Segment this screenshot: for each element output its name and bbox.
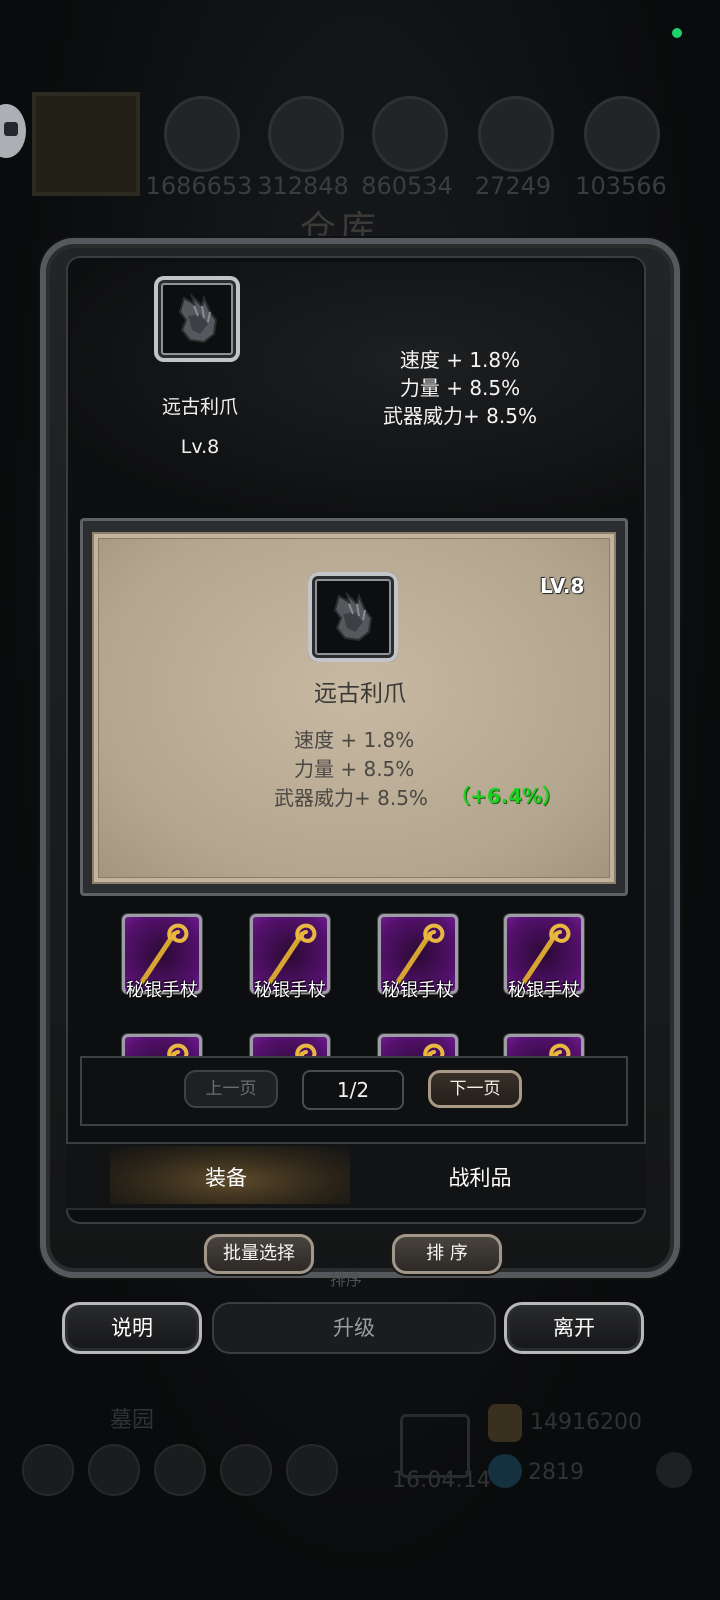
equipped-item-slot[interactable] <box>154 276 240 362</box>
detail-stat-line: 速度 + 1.8% <box>294 728 415 752</box>
resource-count: 312848 <box>257 172 349 200</box>
detail-level: LV.8 <box>540 574 585 598</box>
resource-icon <box>478 96 554 172</box>
next-page-button[interactable]: 下一页 <box>428 1070 522 1108</box>
gem-icon <box>488 1454 522 1488</box>
tab-loot[interactable]: 战利品 <box>420 1162 540 1192</box>
grid-item-name: 秘银手杖 <box>126 980 198 1001</box>
resource-icon <box>584 96 660 172</box>
detail-item-slot <box>308 572 398 662</box>
staff-icon <box>167 1043 189 1056</box>
location-label: 墓园 <box>110 1408 155 1433</box>
menu-icon <box>286 1444 338 1496</box>
menu-icon <box>220 1444 272 1496</box>
page-indicator: 1/2 <box>302 1070 404 1110</box>
menu-icon <box>154 1444 206 1496</box>
avatar <box>32 92 140 196</box>
gold-icon <box>488 1404 522 1442</box>
resource-icon <box>372 96 448 172</box>
detail-stat-line: 武器威力+ 8.5% <box>274 786 428 810</box>
resource-icon <box>268 96 344 172</box>
staff-icon <box>423 1043 445 1056</box>
resource-count: 1686653 <box>145 172 253 200</box>
grid-item-name: 秘银手杖 <box>508 980 580 1001</box>
stat-line: 武器威力+ 8.5% <box>383 404 537 428</box>
resource-count: 103566 <box>575 172 667 200</box>
gold-count: 14916200 <box>530 1410 642 1435</box>
gem-count: 2819 <box>528 1460 584 1485</box>
detail-stat-line: 力量 + 8.5% <box>294 757 415 781</box>
equipped-item-level: Lv.8 <box>180 436 220 458</box>
stat-line: 力量 + 8.5% <box>399 376 521 400</box>
claw-icon <box>333 590 373 642</box>
resource-icon <box>164 96 240 172</box>
detail-item-name: 远古利爪 <box>314 681 406 707</box>
resource-count: 860534 <box>361 172 453 200</box>
prev-page-button[interactable]: 上一页 <box>184 1070 278 1108</box>
menu-icon <box>22 1444 74 1496</box>
grid-item-name: 秘银手杖 <box>382 980 454 1001</box>
grid-item-slot[interactable] <box>378 1034 458 1056</box>
gift-icon <box>400 1414 470 1478</box>
upgrade-button[interactable]: 升级 <box>212 1302 496 1354</box>
batch-select-button[interactable]: 批量选择 <box>204 1234 314 1274</box>
claw-icon <box>178 292 218 344</box>
detail-bonus-value: （+6.4%） <box>450 784 563 808</box>
add-icon <box>656 1452 692 1488</box>
equipped-item-stats: 速度 + 1.8% 力量 + 8.5% 武器威力+ 8.5% <box>360 346 560 430</box>
resource-count: 27249 <box>474 172 552 200</box>
status-indicator-dot <box>672 28 682 38</box>
staff-icon <box>295 1043 317 1056</box>
item-grid: 秘银手杖 秘银手杖 秘银手杖 秘银手杖 <box>92 896 616 1056</box>
sort-hint-text: 排序 <box>330 1270 363 1289</box>
stat-line: 速度 + 1.8% <box>399 348 521 372</box>
info-button[interactable]: 说明 <box>62 1302 202 1354</box>
staff-icon <box>549 1043 571 1056</box>
grid-item-slot[interactable] <box>504 1034 584 1056</box>
tab-equipment[interactable]: 装备 <box>166 1162 286 1192</box>
grid-item-name: 秘银手杖 <box>254 980 326 1001</box>
equipped-item-name: 远古利爪 <box>161 396 238 418</box>
grid-item-slot[interactable] <box>122 1034 202 1056</box>
leave-button[interactable]: 离开 <box>504 1302 644 1354</box>
grid-item-slot[interactable] <box>250 1034 330 1056</box>
menu-icon <box>88 1444 140 1496</box>
sort-button[interactable]: 排 序 <box>392 1234 502 1274</box>
